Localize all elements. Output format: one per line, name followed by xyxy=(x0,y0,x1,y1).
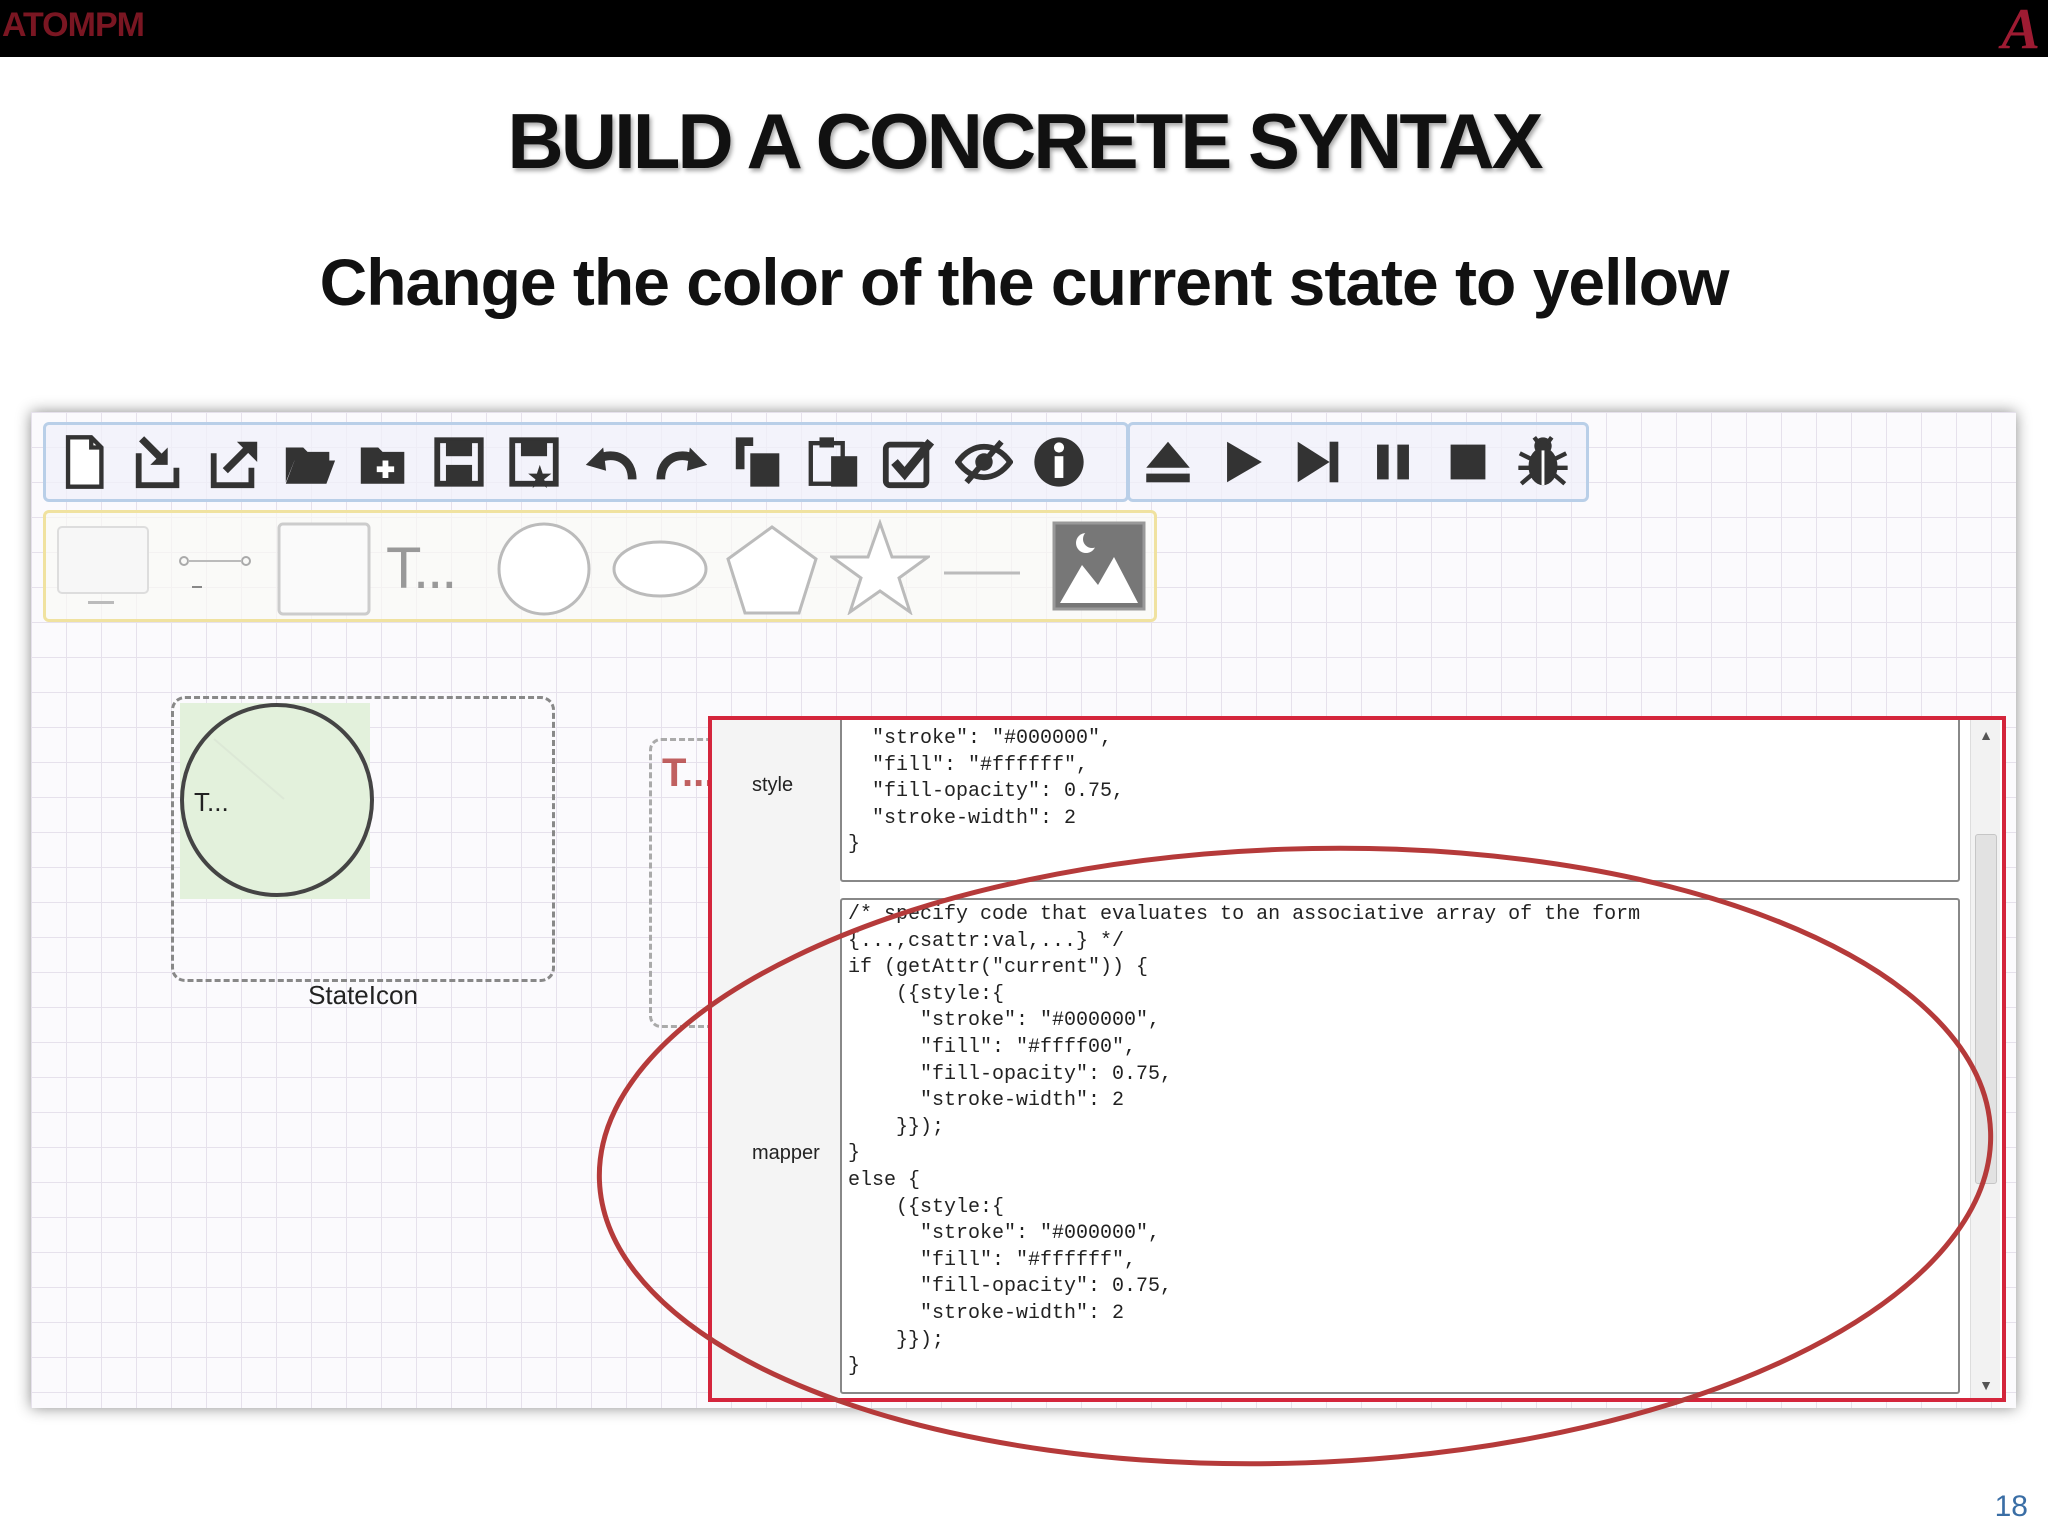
save-as-icon[interactable] xyxy=(496,427,571,497)
attribute-editor-dialog: style mapper "stroke": "#000000", "fill"… xyxy=(708,716,2006,1402)
validate-icon[interactable] xyxy=(871,427,946,497)
mapper-field-label: mapper xyxy=(752,1142,820,1164)
execution-toolbar xyxy=(1127,422,1589,502)
pause-icon[interactable] xyxy=(1355,427,1430,497)
new-file-icon[interactable] xyxy=(46,427,121,497)
paste-icon[interactable] xyxy=(796,427,871,497)
state-icon-caption: StateIcon xyxy=(308,980,418,1010)
slide-subtitle: Change the color of the current state to… xyxy=(319,245,1730,319)
dialog-scrollbar[interactable]: ▲ ▼ xyxy=(1970,720,2000,1398)
circle-tool[interactable] xyxy=(496,521,592,617)
square-tool[interactable] xyxy=(276,521,372,617)
scroll-thumb[interactable] xyxy=(1975,834,1997,1184)
import-icon[interactable] xyxy=(121,427,196,497)
add-folder-icon[interactable] xyxy=(346,427,421,497)
save-icon[interactable] xyxy=(421,427,496,497)
star-tool[interactable] xyxy=(827,518,933,616)
scroll-up-arrow-icon[interactable]: ▲ xyxy=(1977,728,1995,742)
style-field-label: style xyxy=(752,774,794,796)
state-icon-definition[interactable]: T... xyxy=(171,696,555,982)
step-icon[interactable] xyxy=(1280,427,1355,497)
export-icon[interactable] xyxy=(196,427,271,497)
attribute-label-column xyxy=(712,720,840,1398)
scroll-down-arrow-icon[interactable]: ▼ xyxy=(1977,1378,1995,1392)
play-icon[interactable] xyxy=(1205,427,1280,497)
mapper-code-text: /* specify code that evaluates to an ass… xyxy=(848,903,1641,1379)
style-code-text: "stroke": "#000000", "fill": "#ffffff", … xyxy=(848,727,1125,857)
shape-palette: T... xyxy=(43,510,1157,622)
ellipse-tool[interactable] xyxy=(610,539,710,599)
undo-icon[interactable] xyxy=(571,427,646,497)
page-number: 18 xyxy=(1994,1490,2028,1523)
style-code-textarea[interactable]: "stroke": "#000000", "fill": "#ffffff", … xyxy=(840,720,1960,882)
university-seal-logo: A xyxy=(2001,0,2040,61)
line-tool[interactable] xyxy=(942,563,1022,575)
toggle-visibility-icon[interactable] xyxy=(946,427,1021,497)
text-tool[interactable]: T... xyxy=(386,535,457,602)
state-text-shape[interactable]: T... xyxy=(194,787,229,818)
atompm-canvas: T... T... StateIcon T... style mapper "s… xyxy=(31,412,2016,1408)
eject-icon[interactable] xyxy=(1130,427,1205,497)
stop-icon[interactable] xyxy=(1430,427,1505,497)
mapper-code-textarea[interactable]: /* specify code that evaluates to an ass… xyxy=(840,898,1960,1394)
copy-icon[interactable] xyxy=(721,427,796,497)
link-tool[interactable] xyxy=(176,553,256,593)
atompm-logo: ATOMPM xyxy=(2,6,145,44)
debug-bug-icon[interactable] xyxy=(1505,427,1580,497)
pentagon-tool[interactable] xyxy=(724,523,820,617)
info-icon[interactable] xyxy=(1021,427,1096,497)
image-tool[interactable] xyxy=(1052,521,1146,611)
top-bar: ATOMPM A xyxy=(0,0,2048,61)
rectangle-tool[interactable] xyxy=(54,523,152,609)
open-folder-icon[interactable] xyxy=(271,427,346,497)
slide-title: BUILD A CONCRETE SYNTAX xyxy=(507,97,1543,185)
main-toolbar xyxy=(43,422,1129,502)
redo-icon[interactable] xyxy=(646,427,721,497)
